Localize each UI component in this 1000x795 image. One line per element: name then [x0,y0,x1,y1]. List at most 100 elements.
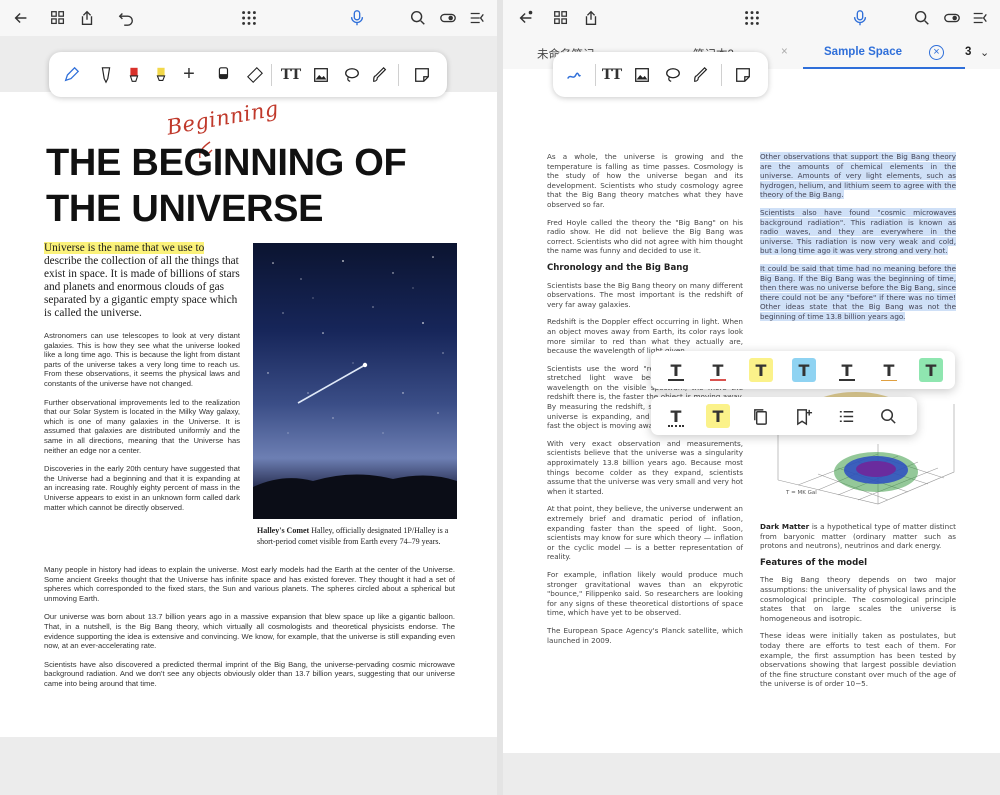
style-glyph: T [755,360,767,380]
left-text-column: Astronomers can use telescopes to look a… [44,331,240,521]
sticky-note-icon[interactable] [730,52,756,97]
underline-black-option[interactable]: T [664,358,688,382]
yellow-highlighter-icon[interactable] [148,52,174,97]
comet-photo [253,243,457,519]
right-column-lower: Dark Matter is a hypothetical type of ma… [760,522,956,697]
list-add-icon[interactable] [833,403,859,429]
paragraph: Astronomers can use telescopes to look a… [44,331,240,388]
lead-paragraph: Universe is the name that we use to desc… [44,242,242,319]
paragraph: Discoveries in the early 20th century ha… [44,464,240,512]
export-icon[interactable] [76,7,98,29]
selected-text[interactable]: Other observations that support the Big … [760,152,956,200]
paragraph: Further observational improvements led t… [44,397,240,455]
tab-count[interactable]: 3 [965,46,971,58]
left-note-pane: + TT Beginning THE BEGINNING OF THE UNIV… [0,0,497,795]
style-glyph: T [712,406,724,426]
paragraph: The Big Bang theory depends on two major… [760,575,956,623]
highlighted-paragraph[interactable]: Other observations that support the Big … [760,152,956,200]
text-style-popup: T T T T T T T [651,351,955,389]
right-right-column: Other observations that support the Big … [760,152,956,330]
lead-text: describe the collection of all the thing… [44,254,240,319]
style-glyph: T [925,360,937,380]
text-tool-icon[interactable]: TT [278,52,304,97]
pen-icon[interactable] [561,52,587,97]
text-tool-icon[interactable]: TT [599,52,625,97]
copy-icon[interactable] [747,403,773,429]
back-arrow-icon[interactable] [10,7,32,29]
style-glyph: T [670,360,682,380]
section-heading: Features of the model [760,557,868,568]
pen-icon[interactable] [58,52,84,97]
pen-toolbar: + TT [49,52,447,97]
paragraph: For example, inflation likely would prod… [547,569,743,618]
sticky-note-icon[interactable] [409,52,435,97]
highlight-yellow-option[interactable]: T [749,358,773,382]
apps-icon[interactable] [741,7,763,29]
selected-text[interactable]: Scientists also have found "cosmic micro… [760,207,956,256]
fountain-pen-icon[interactable] [93,52,119,97]
document-title-line2: THE UNIVERSE [46,188,324,230]
right-note-pane: 未命名笔记 笔记本2 × Sample Space × 3 ⌄ TT As a … [503,0,1000,795]
brush-icon[interactable] [367,52,393,97]
brush-icon[interactable] [688,52,714,97]
paragraph: At that point, they believe, the univers… [547,504,743,562]
highlight-blue-option[interactable]: T [792,358,816,382]
apps-icon[interactable] [238,7,260,29]
pane-divider[interactable] [497,0,503,795]
lasso-icon[interactable] [660,52,686,97]
caption-title: Halley's Comet [257,526,310,535]
add-icon[interactable]: + [176,52,202,97]
toolbar-divider [721,64,722,86]
underline-red-option[interactable]: T [706,358,730,382]
microphone-icon[interactable] [849,7,871,29]
close-tab-icon[interactable]: × [929,45,944,60]
search-icon[interactable] [875,403,901,429]
highlighted-paragraph[interactable]: It could be said that time had no meanin… [760,263,956,322]
undo-icon[interactable] [115,7,137,29]
toggle-icon[interactable] [941,7,963,29]
paragraph: Fred Hoyle called the theory the "Big Ba… [547,217,743,256]
underline-squiggle-option[interactable]: T [877,358,901,382]
document-title-line1: THE BEGINNING OF [46,142,407,184]
highlight-green-option[interactable]: T [919,358,943,382]
photo-caption: Halley's Comet Halley, officially design… [257,526,455,547]
strikethrough-option[interactable]: T [835,358,859,382]
menu-collapse-icon[interactable] [466,7,488,29]
image-icon[interactable] [308,52,334,97]
highlighted-text: Universe is the name that we use to [44,242,205,254]
export-icon[interactable] [580,7,602,29]
red-marker-icon[interactable] [121,52,147,97]
close-tab-icon[interactable]: × [781,46,788,58]
image-icon[interactable] [629,52,655,97]
style-glyph: T [712,360,724,380]
lasso-icon[interactable] [339,52,365,97]
paragraph: These ideas were initially taken as post… [760,631,956,689]
axis-label: T = MK Gal [786,490,817,496]
paragraph: Scientists base the Big Bang theory on m… [547,280,743,309]
top-toolbar [0,0,497,36]
dotted-underline-option[interactable]: T [664,404,688,428]
back-arrow-icon[interactable] [515,7,537,29]
chevron-down-icon[interactable]: ⌄ [980,46,989,59]
ruler-icon[interactable] [242,52,268,97]
search-icon[interactable] [911,7,933,29]
toggle-icon[interactable] [437,7,459,29]
microphone-icon[interactable] [346,7,368,29]
highlighted-paragraph[interactable]: Scientists also have found "cosmic micro… [760,207,956,256]
text-action-popup: T T [651,397,917,435]
split-screen: + TT Beginning THE BEGINNING OF THE UNIV… [0,0,1000,795]
menu-collapse-icon[interactable] [969,7,991,29]
search-icon[interactable] [407,7,429,29]
eraser-icon[interactable] [210,52,236,97]
pen-toolbar: TT [553,52,768,97]
selected-text[interactable]: It could be said that time had no meanin… [760,263,956,321]
style-glyph: T [841,360,853,380]
tab-sample-space[interactable]: Sample Space [824,46,902,58]
highlight-yellow-option[interactable]: T [706,404,730,428]
style-glyph: T [798,360,810,380]
grid-view-icon[interactable] [550,7,572,29]
grid-view-icon[interactable] [47,7,69,29]
paragraph: As a whole, the universe is growing and … [547,152,743,209]
bookmark-add-icon[interactable] [790,403,816,429]
paragraph: Our universe was born about 13.7 billion… [44,612,455,651]
